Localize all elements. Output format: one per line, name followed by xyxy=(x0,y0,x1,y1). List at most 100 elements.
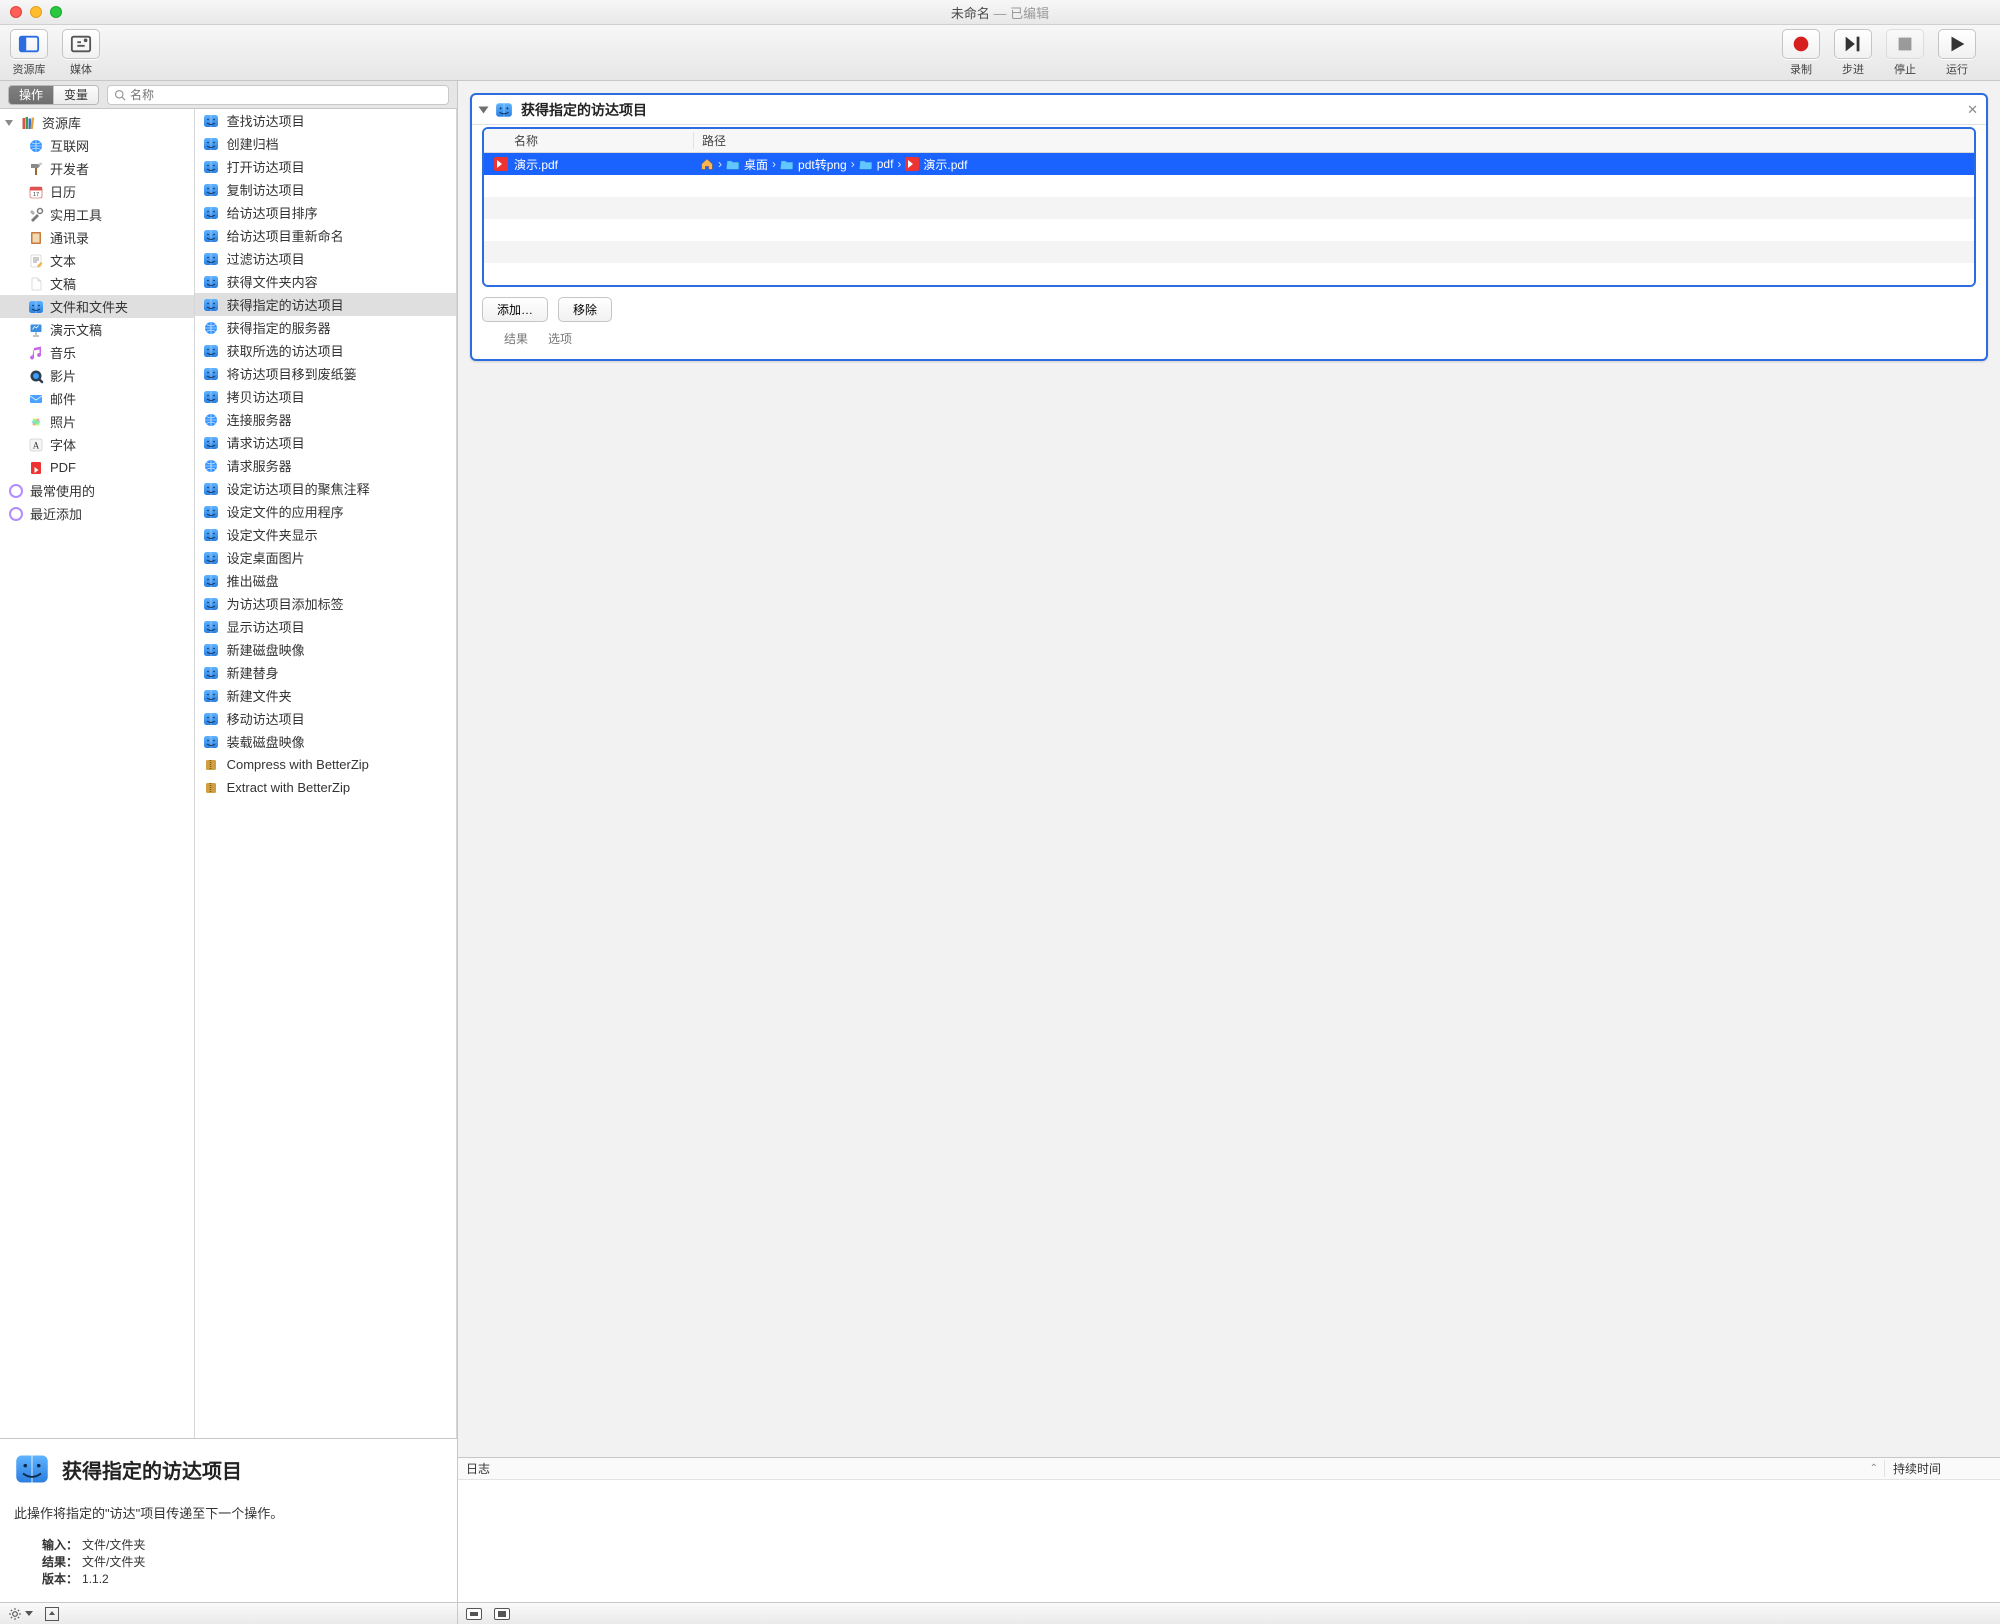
sidebar-item[interactable]: PDF xyxy=(0,456,194,479)
action-item[interactable]: 创建归档 xyxy=(195,132,456,155)
action-label: 创建归档 xyxy=(227,134,279,153)
sidebar-item[interactable]: 字体 xyxy=(0,433,194,456)
sidebar-item-label: 文件和文件夹 xyxy=(50,297,128,316)
action-item[interactable]: 过滤访达项目 xyxy=(195,247,456,270)
sidebar-item-most-used[interactable]: 最常使用的 xyxy=(0,479,194,502)
action-item[interactable]: 连接服务器 xyxy=(195,408,456,431)
sidebar-item-label: 文稿 xyxy=(50,274,76,293)
window-zoom-button[interactable] xyxy=(50,6,62,18)
sidebar-item[interactable]: 照片 xyxy=(0,410,194,433)
sidebar-item[interactable]: 日历 xyxy=(0,180,194,203)
column-name-header[interactable]: 名称 xyxy=(484,132,694,149)
sidebar-item[interactable]: 影片 xyxy=(0,364,194,387)
action-item[interactable]: Compress with BetterZip xyxy=(195,753,456,776)
tag-icon xyxy=(8,483,24,499)
remove-button[interactable]: 移除 xyxy=(558,297,612,322)
action-item[interactable]: 移动访达项目 xyxy=(195,707,456,730)
action-item[interactable]: 请求服务器 xyxy=(195,454,456,477)
sidebar-item[interactable]: 邮件 xyxy=(0,387,194,410)
sidebar-item[interactable]: 文件和文件夹 xyxy=(0,295,194,318)
action-icon xyxy=(203,642,219,658)
action-item[interactable]: 设定文件夹显示 xyxy=(195,523,456,546)
sidebar-item[interactable]: 音乐 xyxy=(0,341,194,364)
description-panel: 获得指定的访达项目 此操作将指定的"访达"项目传递至下一个操作。 输入：文件/文… xyxy=(0,1438,457,1602)
duration-column-header[interactable]: 持续时间 xyxy=(1885,1460,2000,1477)
sidebar-item[interactable]: 开发者 xyxy=(0,157,194,180)
action-item[interactable]: 新建磁盘映像 xyxy=(195,638,456,661)
library-icon xyxy=(20,115,36,131)
action-item[interactable]: 获取所选的访达项目 xyxy=(195,339,456,362)
sidebar-item-recent[interactable]: 最近添加 xyxy=(0,502,194,525)
sidebar-item[interactable]: 文本 xyxy=(0,249,194,272)
search-field-wrapper[interactable] xyxy=(107,85,449,105)
finder-icon xyxy=(14,1451,50,1487)
action-item[interactable]: 为访达项目添加标签 xyxy=(195,592,456,615)
sidebar-item[interactable]: 实用工具 xyxy=(0,203,194,226)
add-button[interactable]: 添加… xyxy=(482,297,548,322)
table-row[interactable]: 演示.pdf › 桌面 › pdt转png › pdf › xyxy=(484,153,1974,175)
action-item[interactable]: 装载磁盘映像 xyxy=(195,730,456,753)
action-icon xyxy=(203,481,219,497)
action-item[interactable]: 拷贝访达项目 xyxy=(195,385,456,408)
sidebar-item[interactable]: 文稿 xyxy=(0,272,194,295)
media-button[interactable] xyxy=(62,29,100,59)
tag-icon xyxy=(8,506,24,522)
action-label: 设定文件夹显示 xyxy=(227,525,318,544)
library-toggle-button[interactable] xyxy=(10,29,48,59)
action-item[interactable]: 新建替身 xyxy=(195,661,456,684)
file-name: 演示.pdf xyxy=(514,156,558,173)
log-column-header[interactable]: 日志⌃ xyxy=(458,1460,1885,1477)
action-label: 设定文件的应用程序 xyxy=(227,502,344,521)
sidebar-item-library[interactable]: 资源库 xyxy=(0,111,194,134)
action-item[interactable]: 复制访达项目 xyxy=(195,178,456,201)
action-item[interactable]: 打开访达项目 xyxy=(195,155,456,178)
action-item[interactable]: 给访达项目排序 xyxy=(195,201,456,224)
action-item[interactable]: 设定访达项目的聚焦注释 xyxy=(195,477,456,500)
close-icon[interactable]: ✕ xyxy=(1967,102,1978,118)
workflow-canvas[interactable]: 获得指定的访达项目 ✕ 名称 路径 演示.pdf xyxy=(458,81,2000,1457)
tab-actions[interactable]: 操作 xyxy=(9,86,54,104)
action-item[interactable]: 设定文件的应用程序 xyxy=(195,500,456,523)
action-item[interactable]: 将访达项目移到废纸篓 xyxy=(195,362,456,385)
tab-variables[interactable]: 变量 xyxy=(54,86,98,104)
action-item[interactable]: 获得指定的服务器 xyxy=(195,316,456,339)
action-item[interactable]: 显示访达项目 xyxy=(195,615,456,638)
action-item[interactable]: 设定桌面图片 xyxy=(195,546,456,569)
sidebar-item[interactable]: 通讯录 xyxy=(0,226,194,249)
action-label: Extract with BetterZip xyxy=(227,780,351,795)
run-button[interactable] xyxy=(1938,29,1976,59)
column-path-header[interactable]: 路径 xyxy=(694,132,1974,149)
action-label: 给访达项目排序 xyxy=(227,203,318,222)
step-button[interactable] xyxy=(1834,29,1872,59)
action-item[interactable]: 推出磁盘 xyxy=(195,569,456,592)
view-mode-split-button[interactable] xyxy=(494,1608,510,1620)
action-item[interactable]: 获得指定的访达项目 xyxy=(195,293,456,316)
tab-options[interactable]: 选项 xyxy=(548,330,572,347)
input-label: 输入： xyxy=(42,1538,78,1552)
action-item[interactable]: 获得文件夹内容 xyxy=(195,270,456,293)
log-panel: 日志⌃ 持续时间 xyxy=(458,1457,2000,1602)
settings-menu-button[interactable] xyxy=(8,1607,33,1621)
action-item[interactable]: 查找访达项目 xyxy=(195,109,456,132)
action-item[interactable]: 新建文件夹 xyxy=(195,684,456,707)
window-close-button[interactable] xyxy=(10,6,22,18)
record-button[interactable] xyxy=(1782,29,1820,59)
version-label: 版本： xyxy=(42,1572,78,1586)
sidebar-item[interactable]: 演示文稿 xyxy=(0,318,194,341)
view-mode-single-button[interactable] xyxy=(466,1608,482,1620)
search-input[interactable] xyxy=(130,88,442,102)
tab-result[interactable]: 结果 xyxy=(504,330,528,347)
action-label: 获取所选的访达项目 xyxy=(227,341,344,360)
action-item[interactable]: 给访达项目重新命名 xyxy=(195,224,456,247)
action-item[interactable]: 请求访达项目 xyxy=(195,431,456,454)
action-label: 设定桌面图片 xyxy=(227,548,305,567)
action-icon xyxy=(203,320,219,336)
sidebar-item[interactable]: 互联网 xyxy=(0,134,194,157)
disclosure-icon[interactable] xyxy=(479,106,489,113)
window-minimize-button[interactable] xyxy=(30,6,42,18)
action-item[interactable]: Extract with BetterZip xyxy=(195,776,456,799)
action-label: 获得指定的访达项目 xyxy=(227,295,344,314)
stop-button[interactable] xyxy=(1886,29,1924,59)
toggle-description-button[interactable] xyxy=(45,1607,59,1621)
action-icon xyxy=(203,550,219,566)
